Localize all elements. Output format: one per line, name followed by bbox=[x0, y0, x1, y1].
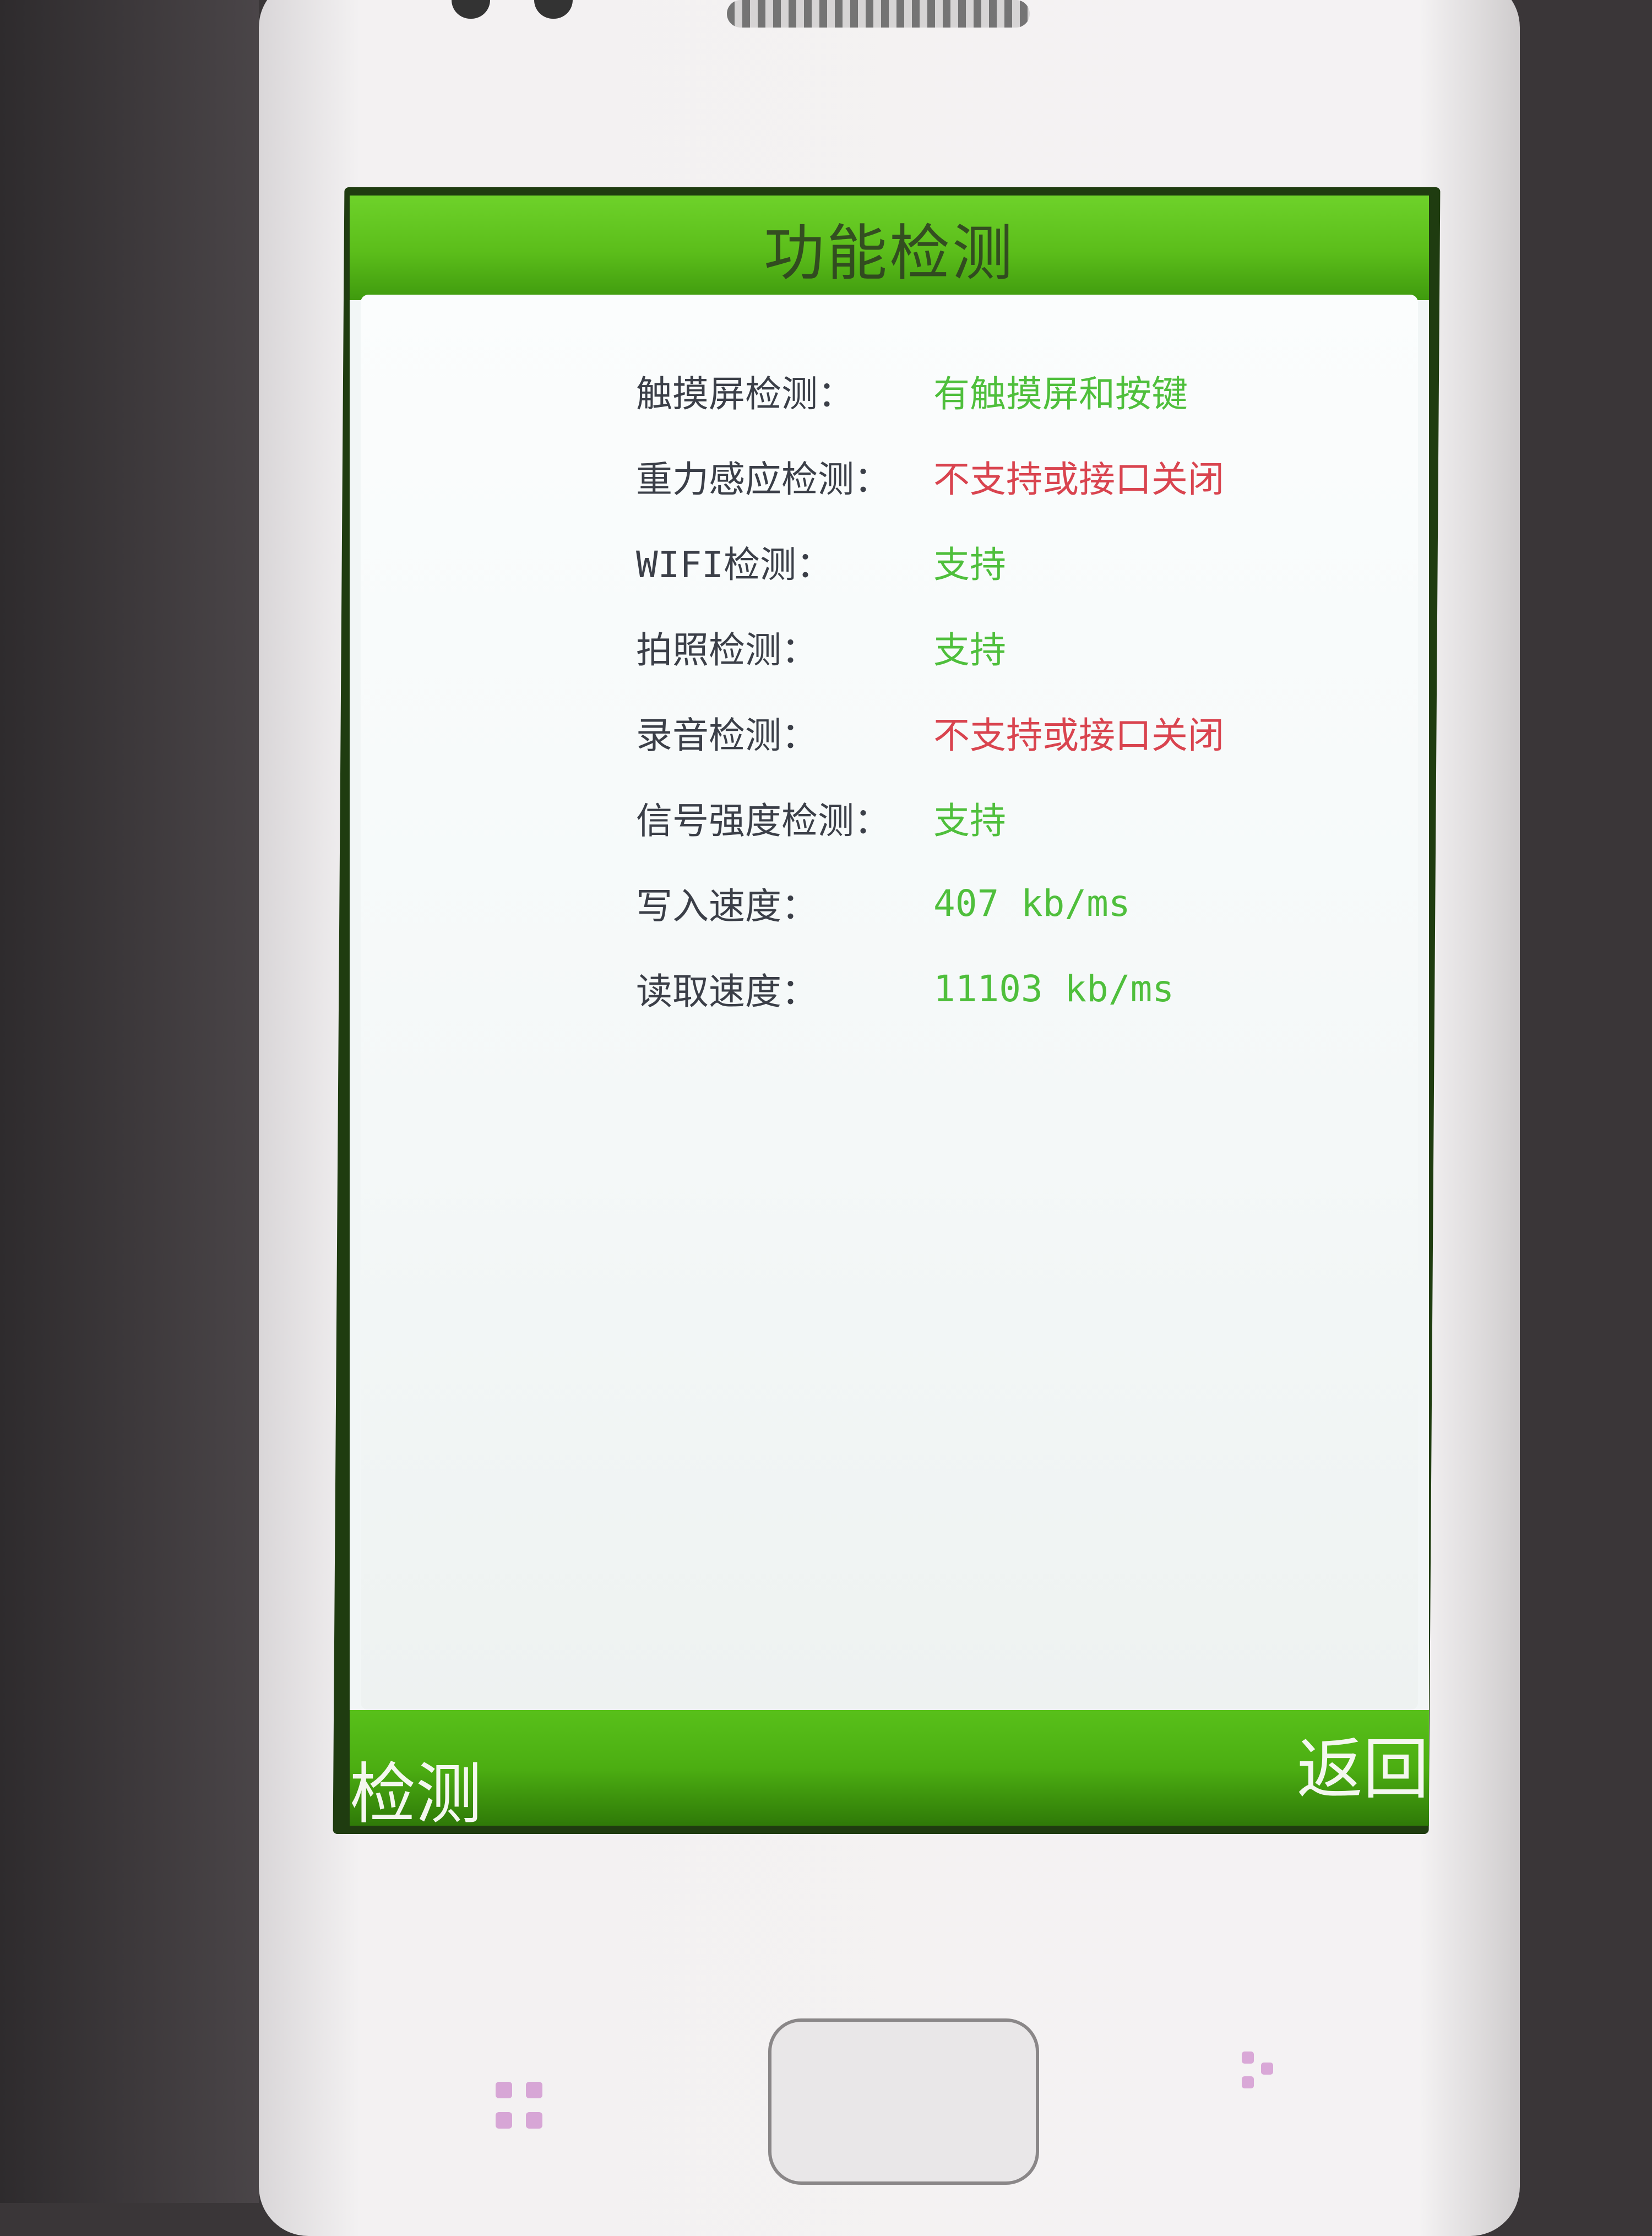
result-label: 录音检测： bbox=[636, 714, 818, 757]
result-row: 录音检测： 不支持或接口关闭 bbox=[636, 702, 1407, 763]
result-label: 读取速度： bbox=[636, 970, 818, 1013]
result-value: 支持 bbox=[933, 800, 1006, 842]
softkey-bar: 检测 返回 bbox=[350, 1710, 1429, 1826]
result-row: 拍照检测： 支持 bbox=[636, 617, 1407, 677]
page-title: 功能检测 bbox=[764, 218, 1015, 289]
result-value: 支持 bbox=[933, 544, 1006, 586]
title-bar: 功能检测 bbox=[350, 196, 1429, 300]
result-value: 11103 kb/ms bbox=[933, 967, 1175, 1010]
back-icon[interactable] bbox=[1236, 2052, 1297, 2112]
result-value: 407 kb/ms bbox=[933, 882, 1131, 925]
result-value: 有触摸屏和按键 bbox=[933, 373, 1188, 415]
result-label: 信号强度检测： bbox=[636, 800, 890, 842]
app-screen: 功能检测 触摸屏检测： 有触摸屏和按键重力感应检测： 不支持或接口关闭 WIFI检测：… bbox=[350, 196, 1429, 1826]
result-label: 写入速度： bbox=[636, 885, 818, 927]
result-value: 不支持或接口关闭 bbox=[933, 458, 1224, 501]
result-row: WIFI检测： 支持 bbox=[636, 531, 1407, 592]
result-row: 写入速度： 407 kb/ms bbox=[636, 873, 1407, 934]
result-row: 读取速度： 11103 kb/ms bbox=[636, 958, 1407, 1019]
speaker-grille bbox=[727, 0, 1030, 28]
result-row: 信号强度检测： 支持 bbox=[636, 788, 1407, 848]
photo-background bbox=[0, 0, 259, 2203]
result-row: 重力感应检测： 不支持或接口关闭 bbox=[636, 446, 1407, 507]
detect-softkey[interactable]: 检测 bbox=[350, 1740, 482, 1826]
result-label: 触摸屏检测： bbox=[636, 373, 854, 415]
result-value: 不支持或接口关闭 bbox=[933, 714, 1224, 757]
results-panel: 触摸屏检测： 有触摸屏和按键 重力感应检测： 不支持或接口关闭 WIFI检测： 支持 拍照检… bbox=[361, 295, 1418, 1710]
result-value: 支持 bbox=[933, 629, 1006, 671]
front-sensors bbox=[452, 0, 595, 22]
result-label: WIFI检测： bbox=[636, 544, 833, 586]
result-row: 触摸屏检测： 有触摸屏和按键 bbox=[636, 361, 1407, 421]
home-button[interactable] bbox=[768, 2018, 1039, 2185]
back-softkey[interactable]: 返回 bbox=[1297, 1716, 1429, 1811]
grid-icon[interactable] bbox=[496, 2082, 556, 2142]
result-label: 重力感应检测： bbox=[636, 458, 890, 501]
result-label: 拍照检测： bbox=[636, 629, 818, 671]
